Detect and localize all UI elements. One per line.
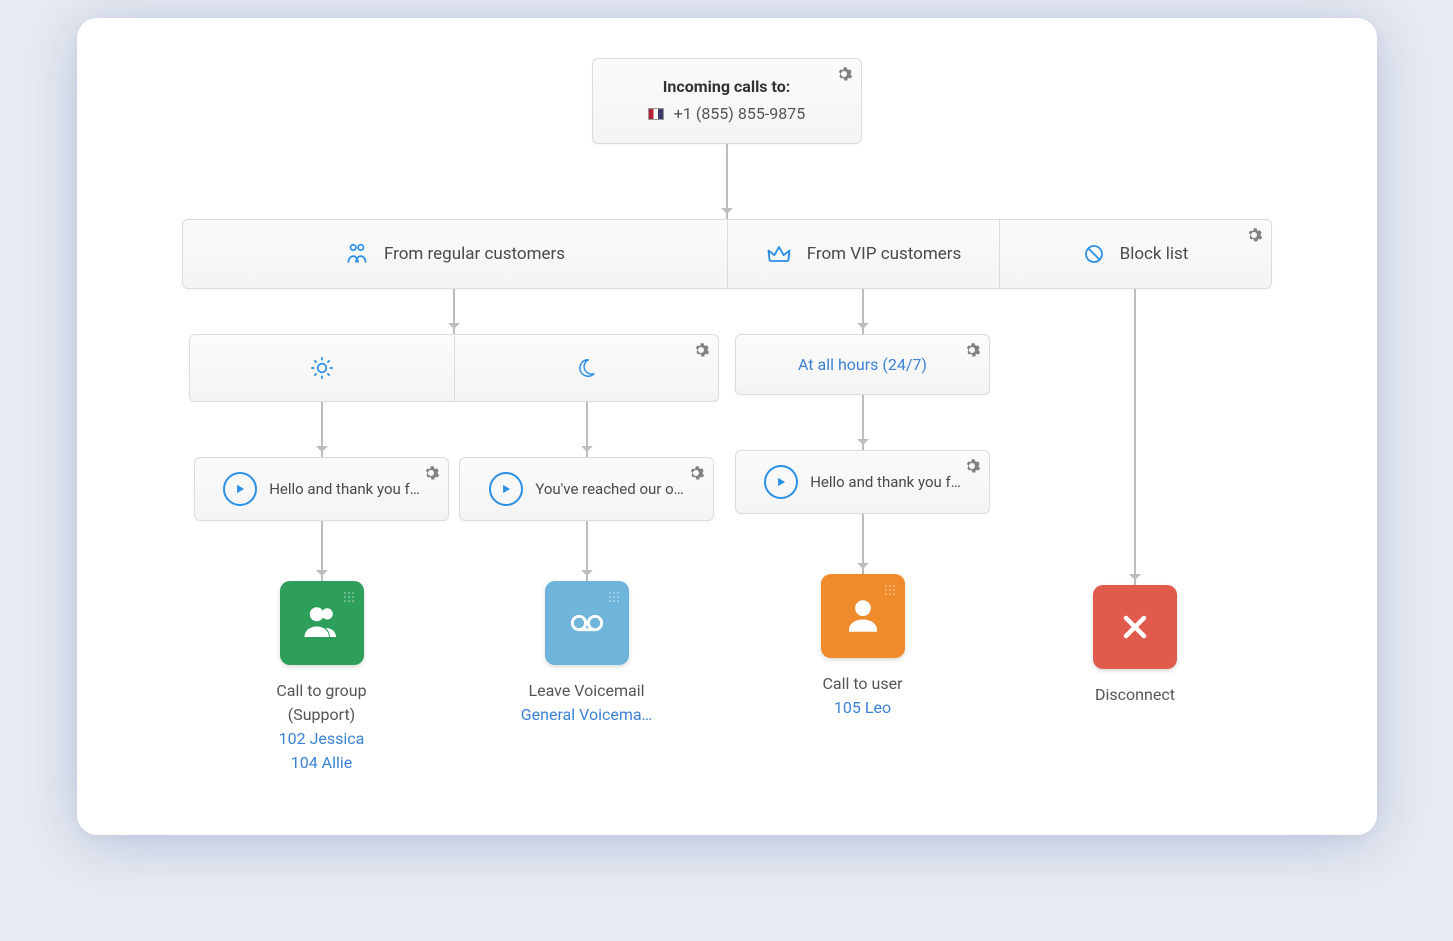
greeting-text: You've reached our o… (535, 480, 683, 498)
gear-icon[interactable] (692, 341, 710, 359)
terminal-disconnect[interactable] (1093, 585, 1177, 669)
people-icon (344, 241, 370, 267)
terminal-title: Call to group (276, 679, 366, 703)
drag-handle-icon[interactable] (607, 589, 621, 603)
terminal-label: Leave Voicemail General Voicema… (521, 679, 653, 727)
arrow-icon (862, 395, 864, 450)
branch-regular-customers[interactable]: From regular customers (183, 220, 728, 288)
crown-icon (765, 240, 793, 268)
terminal-label: Call to group (Support) 102 Jessica 104 … (276, 679, 366, 775)
arrow-icon (1134, 289, 1136, 585)
branch-label: Block list (1120, 244, 1189, 264)
terminal-label: Call to user 105 Leo (822, 672, 902, 720)
terminal-title: Call to user (822, 672, 902, 696)
close-icon (1117, 609, 1153, 645)
arrow-icon (321, 521, 323, 581)
caller-type-branches: From regular customers From VIP customer… (182, 219, 1272, 289)
gear-icon[interactable] (687, 464, 705, 482)
terminal-call-group[interactable] (280, 581, 364, 665)
arrow-icon (586, 402, 588, 457)
terminal-title: Leave Voicemail (521, 679, 653, 703)
branch-label: From regular customers (384, 244, 565, 264)
sun-icon (309, 355, 335, 381)
nighttime-cell[interactable] (455, 335, 719, 401)
branch-label: From VIP customers (807, 244, 962, 264)
play-button[interactable] (223, 472, 257, 506)
branch-vip-customers[interactable]: From VIP customers (728, 220, 1000, 288)
drag-handle-icon[interactable] (342, 589, 356, 603)
call-flow-panel: Incoming calls to: +1 (855) 855-9875 Fro… (77, 18, 1377, 835)
hours-node-vip[interactable]: At all hours (24/7) (735, 334, 990, 395)
play-button[interactable] (764, 465, 798, 499)
extension-link[interactable]: 102 Jessica (276, 727, 366, 751)
moon-icon (575, 357, 597, 379)
terminal-title: Disconnect (1095, 683, 1175, 707)
group-icon (301, 602, 343, 644)
arrow-icon (453, 289, 455, 334)
phone-number: +1 (855) 855-9875 (674, 104, 805, 123)
drag-handle-icon[interactable] (883, 582, 897, 596)
all-hours-label: At all hours (24/7) (746, 355, 979, 374)
arrow-icon (862, 514, 864, 574)
gear-icon[interactable] (963, 457, 981, 475)
arrow-icon (862, 289, 864, 334)
terminal-call-user[interactable] (821, 574, 905, 658)
greeting-text: Hello and thank you f… (269, 480, 420, 498)
gear-icon[interactable] (1245, 226, 1263, 244)
incoming-calls-node[interactable]: Incoming calls to: +1 (855) 855-9875 (592, 58, 862, 144)
terminal-label: Disconnect (1095, 683, 1175, 707)
extension-link[interactable]: 105 Leo (822, 696, 902, 720)
gear-icon[interactable] (422, 464, 440, 482)
voicemail-link[interactable]: General Voicema… (521, 703, 653, 727)
greeting-node-night[interactable]: You've reached our o… (459, 457, 714, 521)
terminal-subtitle: (Support) (276, 703, 366, 727)
greeting-text: Hello and thank you f… (810, 473, 961, 491)
business-hours-node[interactable] (189, 334, 719, 402)
user-icon (842, 595, 884, 637)
greeting-node-vip[interactable]: Hello and thank you f… (735, 450, 990, 514)
gear-icon[interactable] (835, 65, 853, 83)
branch-block-list[interactable]: Block list (1000, 220, 1271, 288)
root-phone: +1 (855) 855-9875 (648, 104, 805, 123)
root-title: Incoming calls to: (663, 77, 791, 96)
play-button[interactable] (489, 472, 523, 506)
arrow-icon (586, 521, 588, 581)
terminal-voicemail[interactable] (545, 581, 629, 665)
voicemail-icon (563, 607, 611, 639)
extension-link[interactable]: 104 Allie (276, 751, 366, 775)
daytime-cell[interactable] (190, 335, 455, 401)
greeting-node-day[interactable]: Hello and thank you f… (194, 457, 449, 521)
gear-icon[interactable] (963, 341, 981, 359)
block-icon (1082, 242, 1106, 266)
arrow-icon (726, 144, 728, 219)
arrow-icon (321, 402, 323, 457)
flag-icon (648, 108, 664, 120)
